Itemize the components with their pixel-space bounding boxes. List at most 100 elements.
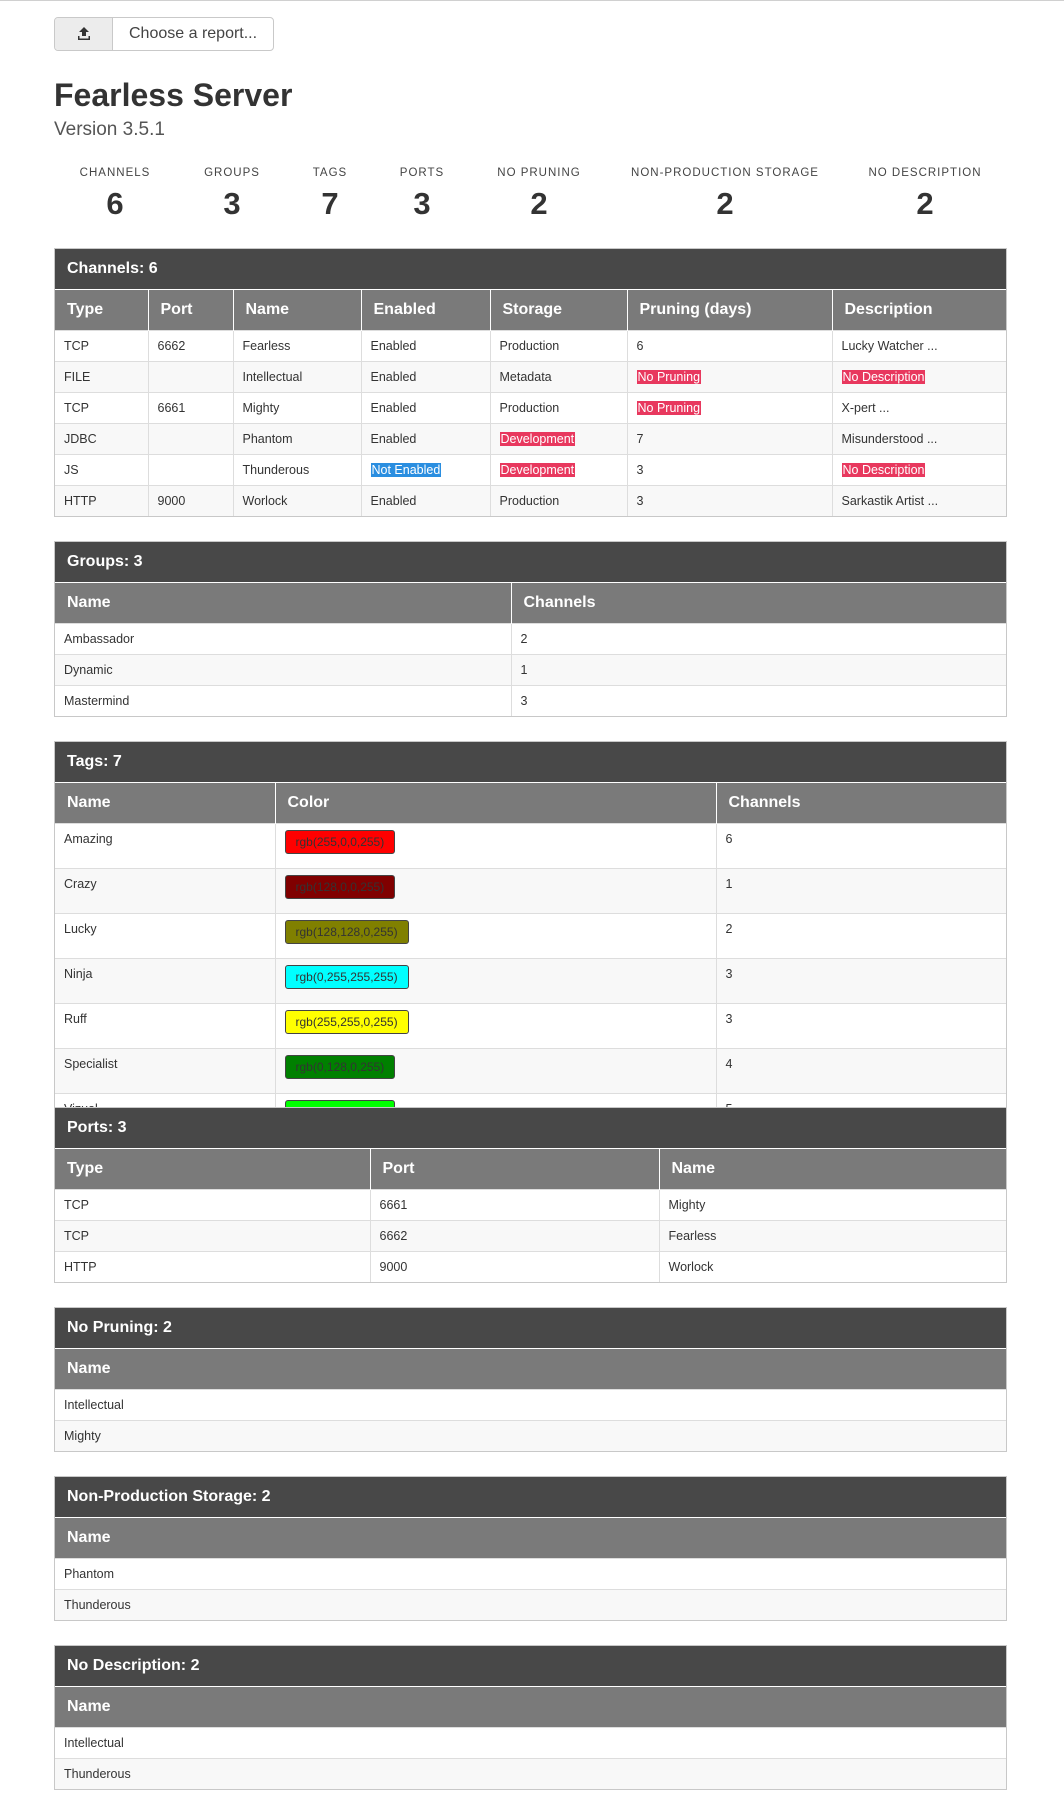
table-cell: HTTP bbox=[55, 485, 149, 516]
panel-title: No Pruning: 2 bbox=[55, 1308, 1006, 1349]
column-header[interactable]: Port bbox=[148, 290, 234, 331]
table-cell: No Pruning bbox=[627, 392, 833, 424]
table-row: TCP 6662 Fearless bbox=[55, 1220, 1006, 1252]
no-description-highlight: No Description bbox=[841, 463, 926, 477]
stat-label: CHANNELS bbox=[79, 167, 151, 179]
table-cell: 6 bbox=[716, 823, 1006, 869]
table-row: Intellectual bbox=[55, 1727, 1006, 1759]
non-production-storage-panel: Non-Production Storage: 2 Name Phantom T… bbox=[54, 1476, 1007, 1621]
column-header[interactable]: Name bbox=[55, 1687, 1006, 1728]
table-cell: Dynamic bbox=[55, 654, 512, 686]
column-header[interactable]: Name bbox=[659, 1149, 1006, 1190]
table-cell: JS bbox=[55, 454, 149, 486]
table-cell: 2 bbox=[716, 913, 1006, 959]
table-cell: 1 bbox=[511, 654, 1006, 686]
stat-ports: PORTS 3 bbox=[400, 167, 444, 222]
table-cell: 1 bbox=[716, 868, 1006, 914]
table-cell: HTTP bbox=[55, 1251, 371, 1282]
table-cell: 2 bbox=[511, 623, 1006, 655]
stat-non-production-storage: NON-PRODUCTION STORAGE 2 bbox=[631, 167, 819, 222]
column-header[interactable]: Channels bbox=[716, 783, 1006, 824]
table-cell: 4 bbox=[716, 1048, 1006, 1094]
table-header-row: Name bbox=[55, 1687, 1006, 1728]
panel-title: Ports: 3 bbox=[55, 1108, 1006, 1149]
column-header[interactable]: Storage bbox=[490, 290, 628, 331]
table-header-row: Name bbox=[55, 1518, 1006, 1559]
table-cell: 9000 bbox=[148, 485, 234, 516]
table-cell: Production bbox=[490, 485, 628, 516]
table-cell: 3 bbox=[716, 1003, 1006, 1049]
panel-title: Tags: 7 bbox=[55, 742, 1006, 783]
table-cell: 6662 bbox=[148, 330, 234, 362]
panel-title: Groups: 3 bbox=[55, 542, 1006, 583]
column-header[interactable]: Color bbox=[275, 783, 717, 824]
table-cell: 3 bbox=[627, 454, 833, 486]
table-row: Specialist rgb(0,128,0,255) 4 bbox=[55, 1048, 1006, 1094]
table-cell: Not Enabled bbox=[361, 454, 491, 486]
upload-icon bbox=[77, 27, 90, 40]
table-row: TCP 6662 Fearless Enabled Production 6 L… bbox=[55, 330, 1006, 362]
column-header[interactable]: Channels bbox=[511, 583, 1006, 624]
column-header[interactable]: Name bbox=[55, 1349, 1006, 1390]
table-cell: Production bbox=[490, 392, 628, 424]
table-row: FILE Intellectual Enabled Metadata No Pr… bbox=[55, 361, 1006, 393]
table-cell: rgb(128,128,0,255) bbox=[275, 913, 717, 959]
table-row: Lucky rgb(128,128,0,255) 2 bbox=[55, 913, 1006, 959]
groups-table: Name Channels Ambassador 2 Dynamic 1 Mas… bbox=[55, 583, 1006, 716]
table-cell: 3 bbox=[716, 958, 1006, 1004]
stat-no-description: NO DESCRIPTION 2 bbox=[868, 167, 981, 222]
table-cell: TCP bbox=[55, 1189, 371, 1221]
table-cell: FILE bbox=[55, 361, 149, 393]
no-description-highlight: No Description bbox=[841, 370, 926, 384]
table-cell: Specialist bbox=[55, 1048, 276, 1094]
table-cell: Amazing bbox=[55, 823, 276, 869]
table-cell: Phantom bbox=[233, 423, 362, 455]
table-row: Dynamic 1 bbox=[55, 654, 1006, 686]
color-swatch: rgb(255,255,0,255) bbox=[284, 1010, 409, 1034]
top-border bbox=[0, 0, 1064, 1]
color-swatch: rgb(255,0,0,255) bbox=[284, 830, 396, 854]
column-header[interactable]: Name bbox=[55, 783, 276, 824]
table-row: JS Thunderous Not Enabled Development 3 … bbox=[55, 454, 1006, 486]
stat-no-pruning: NO PRUNING 2 bbox=[497, 167, 580, 222]
column-header[interactable]: Name bbox=[55, 583, 512, 624]
table-cell: Enabled bbox=[361, 361, 491, 393]
column-header[interactable]: Type bbox=[55, 1149, 371, 1190]
color-swatch: rgb(128,0,0,255) bbox=[284, 875, 396, 899]
table-cell: rgb(255,255,0,255) bbox=[275, 1003, 717, 1049]
table-row: Thunderous bbox=[55, 1589, 1006, 1620]
stat-label: NO PRUNING bbox=[497, 167, 581, 179]
server-version: Version 3.5.1 bbox=[54, 119, 165, 140]
column-header[interactable]: Name bbox=[55, 1518, 1006, 1559]
report-file-chooser[interactable]: Choose a report... bbox=[54, 17, 274, 51]
column-header[interactable]: Port bbox=[370, 1149, 660, 1190]
column-header[interactable]: Description bbox=[832, 290, 1006, 331]
column-header[interactable]: Enabled bbox=[361, 290, 491, 331]
stat-value: 6 bbox=[106, 186, 124, 221]
stat-label: GROUPS bbox=[204, 167, 260, 179]
table-cell: Enabled bbox=[361, 485, 491, 516]
development-highlight: Development bbox=[499, 432, 576, 446]
no-description-table: Name Intellectual Thunderous bbox=[55, 1687, 1006, 1789]
table-cell bbox=[148, 423, 234, 455]
groups-panel: Groups: 3 Name Channels Ambassador 2 Dyn… bbox=[54, 541, 1007, 717]
table-cell: JDBC bbox=[55, 423, 149, 455]
table-cell: TCP bbox=[55, 1220, 371, 1252]
column-header[interactable]: Pruning (days) bbox=[627, 290, 833, 331]
table-cell: Enabled bbox=[361, 392, 491, 424]
table-cell: No Description bbox=[832, 454, 1006, 486]
channels-panel: Channels: 6 Type Port Name Enabled Stora… bbox=[54, 248, 1007, 517]
chooser-label[interactable]: Choose a report... bbox=[113, 18, 273, 50]
upload-button[interactable] bbox=[55, 18, 113, 50]
table-cell: rgb(0,255,255,255) bbox=[275, 958, 717, 1004]
table-header-row: Type Port Name bbox=[55, 1149, 1006, 1190]
column-header[interactable]: Name bbox=[233, 290, 362, 331]
table-cell: Worlock bbox=[659, 1251, 1006, 1282]
column-header[interactable]: Type bbox=[55, 290, 149, 331]
panel-title: Non-Production Storage: 2 bbox=[55, 1477, 1006, 1518]
table-row: Amazing rgb(255,0,0,255) 6 bbox=[55, 823, 1006, 869]
table-cell: Thunderous bbox=[233, 454, 362, 486]
stat-label: PORTS bbox=[399, 167, 445, 179]
table-cell: Production bbox=[490, 330, 628, 362]
no-pruning-highlight: No Pruning bbox=[636, 370, 702, 384]
